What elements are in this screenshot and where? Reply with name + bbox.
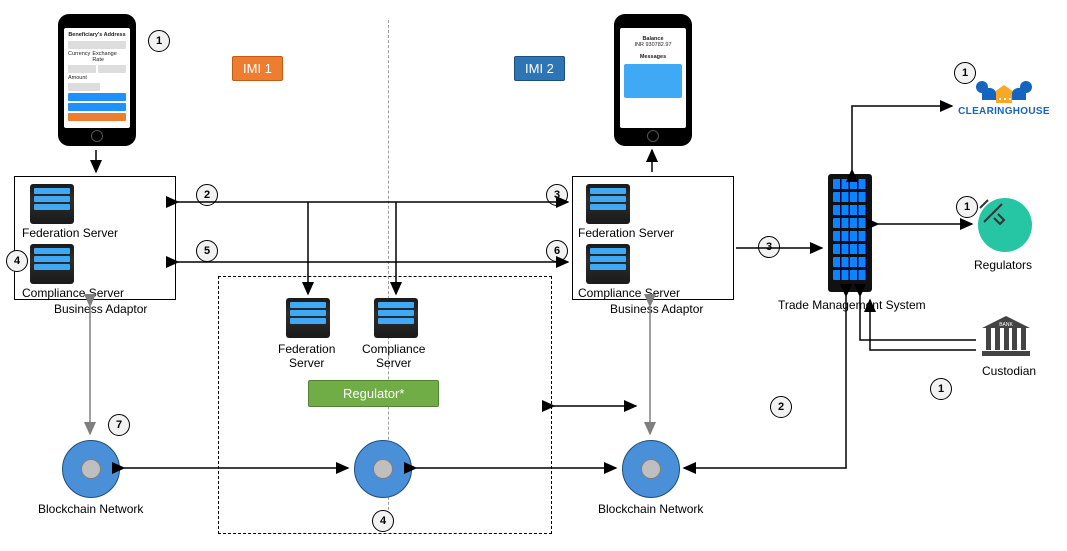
connectors bbox=[0, 0, 1067, 551]
diagram-canvas: { "badges": { "imi1": "IMI 1", "imi2": "… bbox=[0, 0, 1067, 551]
